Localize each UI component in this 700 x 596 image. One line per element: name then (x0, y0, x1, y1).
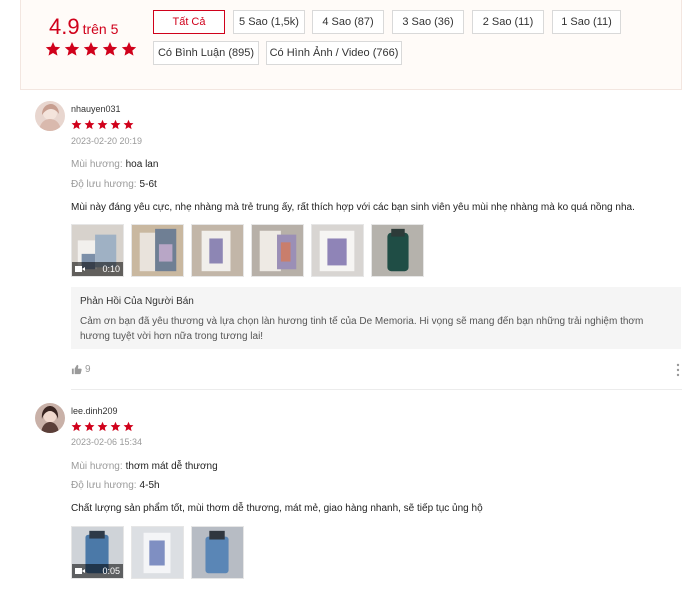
thumbs-up-icon (71, 364, 82, 375)
review-datetime: 2023-02-20 20:19 (71, 136, 143, 146)
filter-with-media-button[interactable]: Có Hình Ảnh / Video (766) (266, 41, 402, 65)
star-icon (121, 41, 137, 57)
review-photo-thumbnail[interactable] (131, 224, 184, 277)
review-photo-thumbnail[interactable] (191, 224, 244, 277)
review-photo-thumbnail[interactable] (311, 224, 364, 277)
filter-all-button[interactable]: Tất Cả (153, 10, 225, 34)
rating-summary: 4.9 trên 5 Tất Cả 5 Sao (1,5k) 4 Sao (87)… (20, 0, 682, 90)
avatar[interactable] (35, 403, 65, 433)
scent-attribute: Mùi hương: thơm mát dễ thương (71, 461, 218, 472)
star-icon (123, 119, 134, 130)
longevity-value: 4-5h (139, 480, 160, 491)
video-camera-icon (75, 266, 85, 272)
star-icon (83, 41, 99, 57)
summary-stars (45, 41, 140, 57)
filter-1-star-button[interactable]: 1 Sao (11) (552, 10, 621, 34)
star-icon (123, 421, 134, 432)
scent-label: Mùi hương: (71, 461, 123, 472)
star-icon (45, 41, 61, 57)
video-duration: 0:05 (102, 566, 120, 576)
star-icon (71, 119, 82, 130)
longevity-value: 5-6t (139, 179, 157, 190)
star-icon (97, 421, 108, 432)
score-value: 4.9 (49, 14, 80, 39)
review-video-thumbnail[interactable]: 0:10 (71, 224, 124, 277)
scent-attribute: Mùi hương: hoa lan (71, 159, 158, 170)
video-camera-icon (75, 568, 85, 574)
filter-5-star-button[interactable]: 5 Sao (1,5k) (233, 10, 305, 34)
filter-4-star-button[interactable]: 4 Sao (87) (312, 10, 384, 34)
review-photo-thumbnail[interactable] (191, 526, 244, 579)
review-item: lee.dinh209 2023-02-06 15:34 Mùi hương: t… (20, 401, 682, 596)
review-datetime: 2023-02-06 15:34 (71, 437, 143, 447)
longevity-attribute: Độ lưu hương: 5-6t (71, 179, 157, 190)
video-duration: 0:10 (102, 264, 120, 274)
video-overlay: 0:10 (72, 262, 123, 276)
scent-value: hoa lan (125, 159, 159, 170)
review-content: Chất lượng sản phẩm tốt, mùi thơm dễ thư… (71, 503, 483, 514)
avatar[interactable] (35, 101, 65, 131)
star-icon (84, 119, 95, 130)
like-count: 9 (85, 364, 91, 375)
seller-reply-text: Cảm ơn bạn đã yêu thương và lựa chọn làn… (80, 316, 644, 342)
reviewer-username: nhauyen031 (71, 104, 121, 114)
video-overlay: 0:05 (72, 564, 123, 578)
longevity-attribute: Độ lưu hương: 4-5h (71, 480, 160, 491)
filter-2-star-button[interactable]: 2 Sao (11) (472, 10, 544, 34)
star-icon (64, 41, 80, 57)
media-row: 0:10 (71, 224, 431, 277)
like-button[interactable]: 9 (71, 364, 91, 375)
star-icon (102, 41, 118, 57)
review-divider (71, 389, 682, 390)
review-content: Mùi này đáng yêu cực, nhẹ nhàng mà trẻ t… (71, 202, 635, 213)
longevity-label: Độ lưu hương: (71, 179, 137, 190)
longevity-label: Độ lưu hương: (71, 480, 137, 491)
seller-reply-title: Phản Hồi Của Người Bán (80, 296, 194, 307)
filter-with-comment-button[interactable]: Có Bình Luận (895) (153, 41, 259, 65)
review-photo-thumbnail[interactable] (251, 224, 304, 277)
review-item: nhauyen031 2023-02-20 20:19 Mùi hương: ho… (20, 99, 682, 379)
star-icon (97, 119, 108, 130)
score-out-of: trên 5 (82, 21, 119, 37)
star-icon (110, 119, 121, 130)
star-icon (71, 421, 82, 432)
media-row: 0:05 (71, 526, 251, 579)
review-stars (71, 421, 136, 432)
scent-label: Mùi hương: (71, 159, 123, 170)
scent-value: thơm mát dễ thương (125, 461, 218, 472)
filter-3-star-button[interactable]: 3 Sao (36) (392, 10, 464, 34)
more-options-icon[interactable] (674, 363, 682, 377)
review-photo-thumbnail[interactable] (131, 526, 184, 579)
seller-reply: Phản Hồi Của Người Bán Cảm ơn bạn đã yêu… (71, 287, 681, 349)
reviewer-username: lee.dinh209 (71, 406, 118, 416)
review-photo-thumbnail[interactable] (371, 224, 424, 277)
review-video-thumbnail[interactable]: 0:05 (71, 526, 124, 579)
review-stars (71, 119, 136, 130)
star-icon (84, 421, 95, 432)
star-icon (110, 421, 121, 432)
average-score: 4.9 trên 5 (49, 14, 118, 40)
